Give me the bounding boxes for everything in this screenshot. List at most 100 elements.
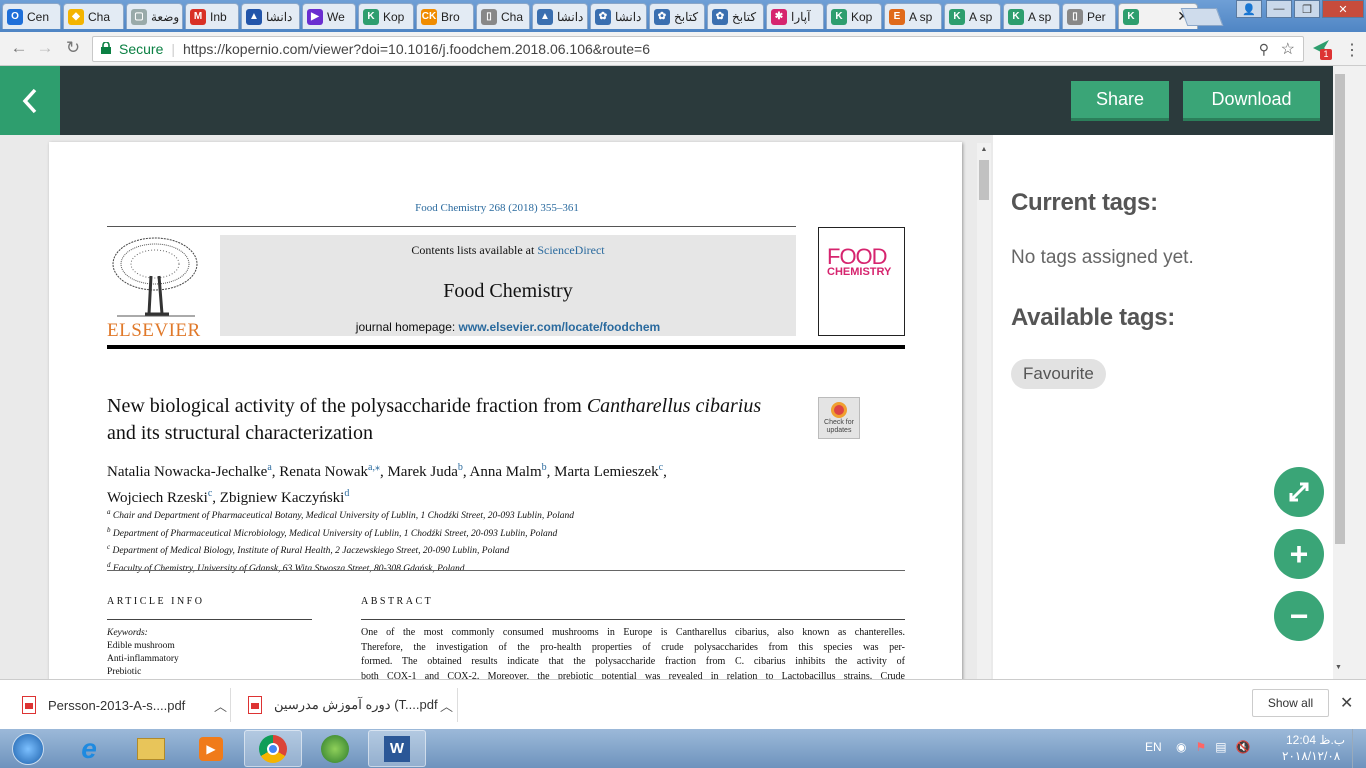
author-affiliation-marker[interactable]: d: [344, 488, 349, 499]
back-button[interactable]: [0, 66, 60, 135]
browser-tab[interactable]: ▯ Per: [1062, 3, 1116, 29]
page-scrollbar[interactable]: ▼: [1333, 66, 1366, 679]
paper-citation: Food Chemistry 268 (2018) 355–361: [415, 202, 579, 214]
viewer-scrollbar[interactable]: ▲: [977, 143, 991, 679]
affiliation: b Department of Pharmaceutical Microbiol…: [107, 524, 887, 542]
browser-tab[interactable]: K A sp: [944, 3, 1001, 29]
zoom-in-button[interactable]: +: [1274, 529, 1324, 579]
taskbar-idm[interactable]: [306, 730, 364, 767]
reload-icon[interactable]: ↻: [62, 38, 84, 58]
download-button[interactable]: Download: [1183, 81, 1320, 121]
publisher-name: ELSEVIER: [107, 320, 201, 341]
browser-tab[interactable]: ▲ دانشا: [532, 3, 588, 29]
address-separator: |: [171, 41, 175, 57]
browser-tab[interactable]: K Kop: [358, 3, 414, 29]
clock-date[interactable]: ۲۰۱۸/۱۲/۰۸: [1282, 749, 1340, 763]
taskbar-chrome[interactable]: [244, 730, 302, 767]
title-part-italic: Cantharellus cibarius: [586, 395, 762, 417]
page-scroll-down-arrow[interactable]: ▼: [1335, 664, 1342, 671]
language-indicator[interactable]: EN: [1145, 740, 1162, 754]
sciencedirect-link[interactable]: ScienceDirect: [537, 243, 604, 257]
browser-tab[interactable]: ✿ دانشا: [590, 3, 647, 29]
tab-favicon-icon: ▲: [246, 8, 262, 25]
tab-favicon-icon: ▯: [481, 8, 497, 25]
browser-tab[interactable]: K A sp: [1003, 3, 1060, 29]
check-updates-icon: [831, 402, 847, 418]
minimize-button[interactable]: —: [1266, 0, 1292, 18]
chevron-up-icon[interactable]: ︿: [440, 696, 453, 715]
tab-title: A sp: [1028, 9, 1052, 24]
back-nav-icon[interactable]: ←: [8, 38, 30, 58]
author-name: Renata Nowak: [279, 464, 368, 480]
folder-icon: [137, 737, 165, 760]
taskbar-ie[interactable]: e: [60, 730, 118, 767]
download-item-2[interactable]: دوره آموزش مدرسین (T....pdf ︿: [248, 688, 453, 722]
keyword: Anti-inflammatory: [107, 654, 179, 664]
check-updates-badge[interactable]: Check for updates: [818, 397, 860, 439]
author-name: Wojciech Rzeski: [107, 490, 208, 506]
viewer-scroll-thumb[interactable]: [979, 160, 989, 200]
menu-icon[interactable]: ⋮: [1344, 40, 1360, 60]
volume-icon[interactable]: 🔇: [1236, 740, 1251, 754]
user-profile-button[interactable]: 👤: [1236, 0, 1262, 18]
pdf-file-icon: [248, 696, 262, 714]
close-shelf-icon[interactable]: ✕: [1340, 693, 1353, 713]
browser-tab[interactable]: ◆ Cha: [63, 3, 124, 29]
homepage-link[interactable]: www.elsevier.com/locate/foodchem: [459, 320, 661, 334]
browser-tab[interactable]: ▢ وضعة: [126, 3, 183, 29]
browser-tab[interactable]: ▯ Cha: [476, 3, 530, 29]
no-tags-text: No tags assigned yet.: [1011, 247, 1194, 268]
download-item-1[interactable]: Persson-2013-A-s....pdf ︿: [22, 688, 227, 722]
pdf-file-icon: [22, 696, 36, 714]
author-affiliation-marker[interactable]: a,⁎: [368, 462, 380, 473]
author-name: Zbigniew Kaczyński: [219, 490, 345, 506]
browser-tab[interactable]: ✿ کتابخ: [649, 3, 705, 29]
browser-tab[interactable]: CK Bro: [416, 3, 474, 29]
pdf-viewer[interactable]: Food Chemistry 268 (2018) 355–361 ELSEVI…: [0, 135, 993, 682]
restore-button[interactable]: ❐: [1294, 0, 1320, 18]
show-desktop-button[interactable]: [1352, 729, 1366, 768]
tab-title: آپارا: [791, 9, 811, 24]
forward-nav-icon[interactable]: →: [34, 38, 56, 58]
taskbar-word[interactable]: W: [368, 730, 426, 767]
bookmark-star-icon[interactable]: ☆: [1281, 39, 1295, 59]
browser-tab[interactable]: ✿ کتابخ: [707, 3, 764, 29]
browser-tab[interactable]: ▲ دانشا: [241, 3, 300, 29]
elsevier-tree-logo: [112, 237, 198, 317]
tab-title: کتابخ: [674, 9, 699, 24]
chevron-up-icon[interactable]: ︿: [214, 696, 227, 715]
author-name: Marek Juda: [387, 464, 458, 480]
journal-name: Food Chemistry: [443, 280, 573, 302]
taskbar-explorer[interactable]: [122, 730, 180, 767]
network-icon[interactable]: ▤: [1215, 740, 1226, 754]
page-scroll-thumb[interactable]: [1335, 74, 1345, 544]
browser-tab[interactable]: M Inb: [185, 3, 239, 29]
zoom-out-button[interactable]: −: [1274, 591, 1324, 641]
tab-favicon-icon: ▶: [307, 8, 323, 25]
scroll-up-arrow[interactable]: ▲: [977, 146, 991, 153]
start-button[interactable]: [2, 730, 54, 767]
update-icon[interactable]: ◉: [1176, 740, 1186, 754]
browser-toolbar: ← → ↻ Secure | https://kopernio.com/view…: [0, 32, 1366, 66]
show-all-button[interactable]: Show all: [1252, 689, 1329, 717]
browser-tab[interactable]: E A sp: [884, 3, 942, 29]
taskbar-media-player[interactable]: ▶: [182, 730, 240, 767]
fullscreen-button[interactable]: [1274, 467, 1324, 517]
new-tab-button[interactable]: [1180, 8, 1224, 26]
share-button[interactable]: Share: [1071, 81, 1169, 121]
close-window-button[interactable]: ✕: [1322, 0, 1364, 18]
browser-tab[interactable]: O Cen: [2, 3, 61, 29]
windows-orb-icon: [12, 732, 44, 765]
browser-tab[interactable]: ✱ آپارا: [766, 3, 824, 29]
tag-chip-favourite[interactable]: Favourite: [1011, 359, 1106, 389]
zoom-icon[interactable]: ⚲: [1259, 41, 1269, 58]
abstract-text: One of the most commonly consumed mushro…: [361, 626, 905, 682]
flag-icon[interactable]: ⚑: [1195, 740, 1206, 754]
clock-time[interactable]: 12:04 ب.ظ: [1286, 733, 1345, 747]
download-filename: Persson-2013-A-s....pdf: [48, 697, 186, 713]
tab-title: Kop: [851, 9, 873, 24]
windows-taskbar: e ▶ W EN ◉ ⚑ ▤ 🔇 12:04 ب.ظ ۲۰۱۸/۱۲/۰۸: [0, 729, 1366, 768]
address-bar[interactable]: Secure | https://kopernio.com/viewer?doi…: [92, 36, 1304, 62]
browser-tab[interactable]: ▶ We: [302, 3, 356, 29]
browser-tab[interactable]: K Kop: [826, 3, 882, 29]
